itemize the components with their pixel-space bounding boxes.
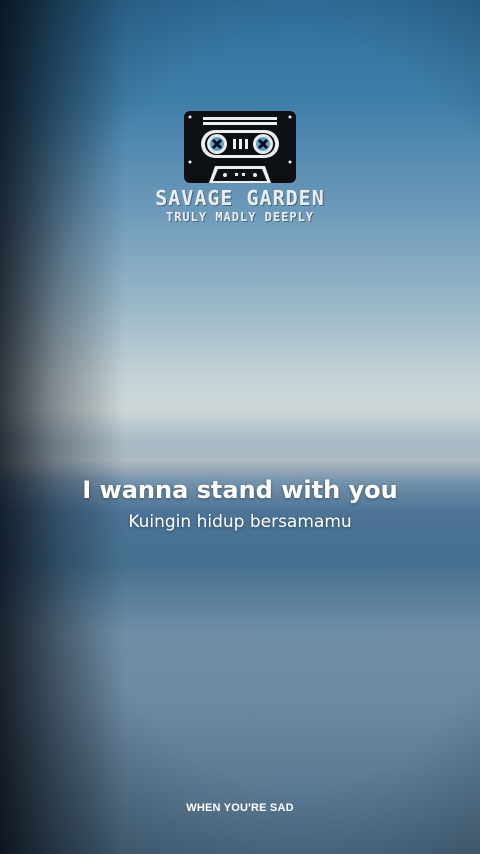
- album-logo: SAVAGE GARDEN TRULY MADLY DEEPLY: [0, 110, 480, 224]
- lyric-line: I wanna stand with you: [82, 476, 398, 504]
- footer-caption: WHEN YOU'RE SAD: [186, 802, 294, 814]
- cassette-tape-icon: [184, 111, 296, 183]
- song-title: TRULY MADLY DEEPLY: [165, 210, 315, 224]
- lyric-translation: Kuingin hidup bersamamu: [128, 512, 352, 532]
- band-name: SAVAGE GARDEN: [155, 186, 325, 210]
